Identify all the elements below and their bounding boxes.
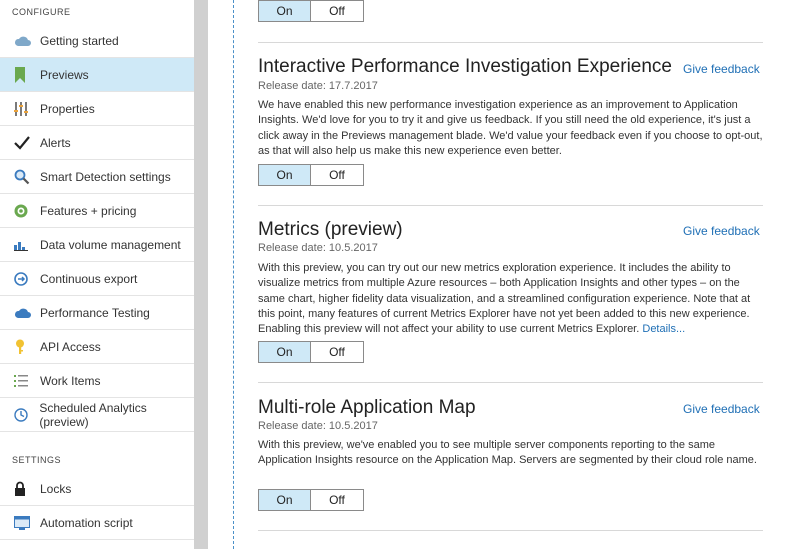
give-feedback-link[interactable]: Give feedback [683,62,760,76]
release-date: Release date: 17.7.2017 [258,80,378,92]
sidebar-item-properties[interactable]: Properties [0,92,194,126]
sidebar-item-label: Work Items [40,373,101,388]
sidebar-item-label: Continuous export [40,271,138,286]
sidebar-item-previews[interactable]: Previews [0,58,194,92]
script-icon [14,515,34,531]
cloud-icon [14,33,34,49]
top-preview-toggle[interactable]: On Off [258,0,364,22]
toggle-on-option[interactable]: On [259,490,311,510]
preview-description: We have enabled this new performance inv… [258,99,763,157]
sidebar-item-label: Data volume management [40,237,181,252]
sidebar-item-getting-started[interactable]: Getting started [0,24,194,58]
preview-title: Metrics (preview) [258,219,403,240]
give-feedback-link[interactable]: Give feedback [683,224,760,238]
bar-chart-icon [14,237,34,253]
sidebar-item-label: Alerts [40,135,71,150]
release-date: Release date: 10.5.2017 [258,242,378,254]
sidebar-item-label: Getting started [40,33,119,48]
give-feedback-link[interactable]: Give feedback [683,402,760,416]
checkmark-icon [14,135,34,151]
sidebar-item-smart-detection[interactable]: Smart Detection settings [0,160,194,194]
sidebar-item-label: Automation script [40,515,133,530]
target-icon [14,203,34,219]
sidebar-item-performance-testing[interactable]: Performance Testing [0,296,194,330]
preview-title: Interactive Performance Investigation Ex… [258,56,672,77]
sidebar-item-work-items[interactable]: Work Items [0,364,194,398]
preview-toggle[interactable]: On Off [258,164,364,186]
lock-icon [14,481,34,497]
section-divider [258,205,763,206]
previews-blade-content: On Off Interactive Performance Investiga… [234,0,800,549]
export-icon [14,271,34,287]
preview-description: With this preview, you can try out our n… [258,261,768,337]
sidebar-scrollbar[interactable] [194,0,208,549]
bookmark-icon [14,66,34,83]
toggle-off-option[interactable]: Off [311,490,363,510]
sidebar-item-label: Scheduled Analytics (preview) [39,400,147,429]
section-divider [258,530,763,531]
properties-bars-icon [14,101,34,117]
section-divider [258,382,763,383]
sidebar-item-label: API Access [40,339,101,354]
configure-sidebar: CONFIGURE Getting started Previews Prope… [0,0,194,549]
sidebar-item-alerts[interactable]: Alerts [0,126,194,160]
sidebar-item-locks[interactable]: Locks [0,472,194,506]
preview-description: With this preview, we've enabled you to … [258,439,757,467]
list-icon [14,373,34,389]
preview-title: Multi-role Application Map [258,397,476,418]
toggle-off-option[interactable]: Off [311,342,363,362]
blade-margin [208,0,233,549]
section-divider [258,42,763,43]
sidebar-item-label: Features + pricing [40,203,137,218]
cloud-test-icon [14,305,34,321]
sidebar-item-scheduled-analytics[interactable]: Scheduled Analytics (preview) [0,398,194,432]
toggle-off-option[interactable]: Off [311,165,363,185]
sidebar-item-features-pricing[interactable]: Features + pricing [0,194,194,228]
sidebar-item-data-volume[interactable]: Data volume management [0,228,194,262]
settings-section-header: SETTINGS [12,455,62,465]
magnifier-icon [14,169,34,185]
preview-toggle[interactable]: On Off [258,489,364,511]
sidebar-item-label: Previews [40,67,89,82]
toggle-on-option[interactable]: On [259,342,311,362]
toggle-on-option[interactable]: On [259,1,311,21]
sidebar-item-continuous-export[interactable]: Continuous export [0,262,194,296]
clock-icon [14,407,33,423]
toggle-off-option[interactable]: Off [311,1,363,21]
sidebar-item-label: Properties [40,101,95,116]
toggle-on-option[interactable]: On [259,165,311,185]
details-link[interactable]: Details... [642,323,685,335]
sidebar-item-automation-script[interactable]: Automation script [0,506,194,540]
sidebar-item-label: Locks [40,481,72,496]
preview-toggle[interactable]: On Off [258,341,364,363]
key-icon [14,339,34,355]
release-date: Release date: 10.5.2017 [258,420,378,432]
sidebar-item-api-access[interactable]: API Access [0,330,194,364]
sidebar-item-label: Smart Detection settings [40,169,171,184]
sidebar-item-label: Performance Testing [40,305,150,320]
configure-section-header: CONFIGURE [12,7,71,17]
